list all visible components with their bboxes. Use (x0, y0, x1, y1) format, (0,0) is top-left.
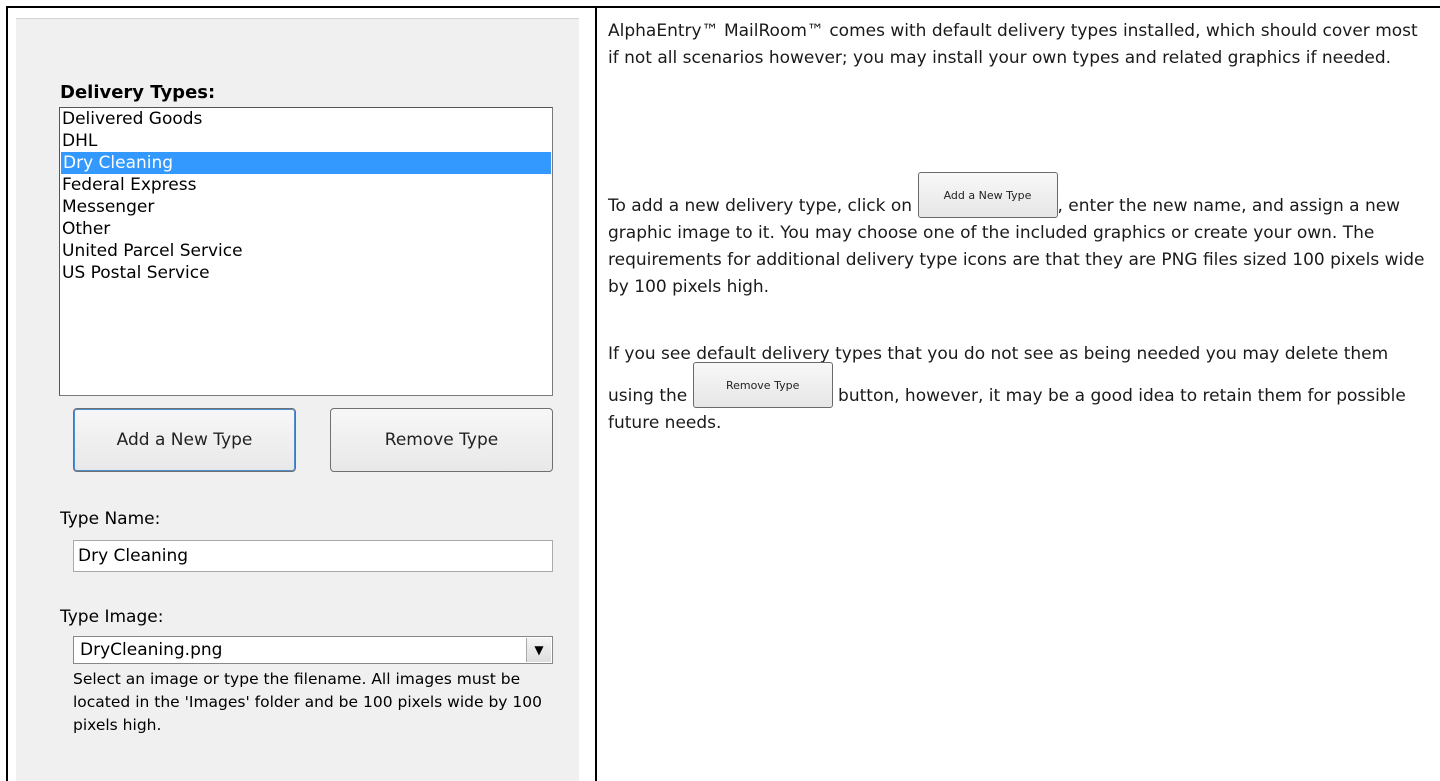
list-item[interactable]: Delivered Goods (60, 108, 552, 130)
type-name-label: Type Name: (60, 509, 161, 529)
remove-type-paragraph: If you see default delivery types that y… (608, 341, 1428, 437)
inline-remove-type-button: Remove Type (692, 362, 833, 408)
list-item[interactable]: Other (60, 218, 552, 240)
delivery-types-listbox[interactable]: Delivered Goods DHL Dry Cleaning Federal Ex… (59, 107, 553, 396)
remove-type-button[interactable]: Remove Type (330, 408, 553, 472)
type-image-label: Type Image: (60, 607, 164, 627)
list-item[interactable]: United Parcel Service (60, 240, 552, 262)
intro-paragraph: AlphaEntry™ MailRoom™ comes with default… (608, 21, 1418, 68)
list-item[interactable]: Messenger (60, 196, 552, 218)
add-new-type-button[interactable]: Add a New Type (73, 408, 296, 472)
type-image-hint: Select an image or type the filename. Al… (73, 670, 542, 734)
list-item[interactable]: Dry Cleaning (61, 152, 551, 174)
list-item[interactable]: DHL (60, 130, 552, 152)
inline-add-new-type-button: Add a New Type (917, 172, 1058, 218)
type-name-input[interactable] (73, 540, 553, 572)
add-type-paragraph: To add a new delivery type, click on Add… (608, 172, 1428, 301)
delivery-types-label: Delivery Types: (60, 82, 216, 103)
add-para-text-before: To add a new delivery type, click on (608, 196, 918, 216)
chevron-down-icon[interactable]: ▼ (526, 638, 551, 662)
list-item[interactable]: US Postal Service (60, 262, 552, 284)
type-image-value: DryCleaning.png (80, 640, 223, 660)
list-item[interactable]: Federal Express (60, 174, 552, 196)
type-image-select[interactable]: DryCleaning.png ▼ (73, 636, 553, 664)
column-divider (595, 6, 597, 781)
